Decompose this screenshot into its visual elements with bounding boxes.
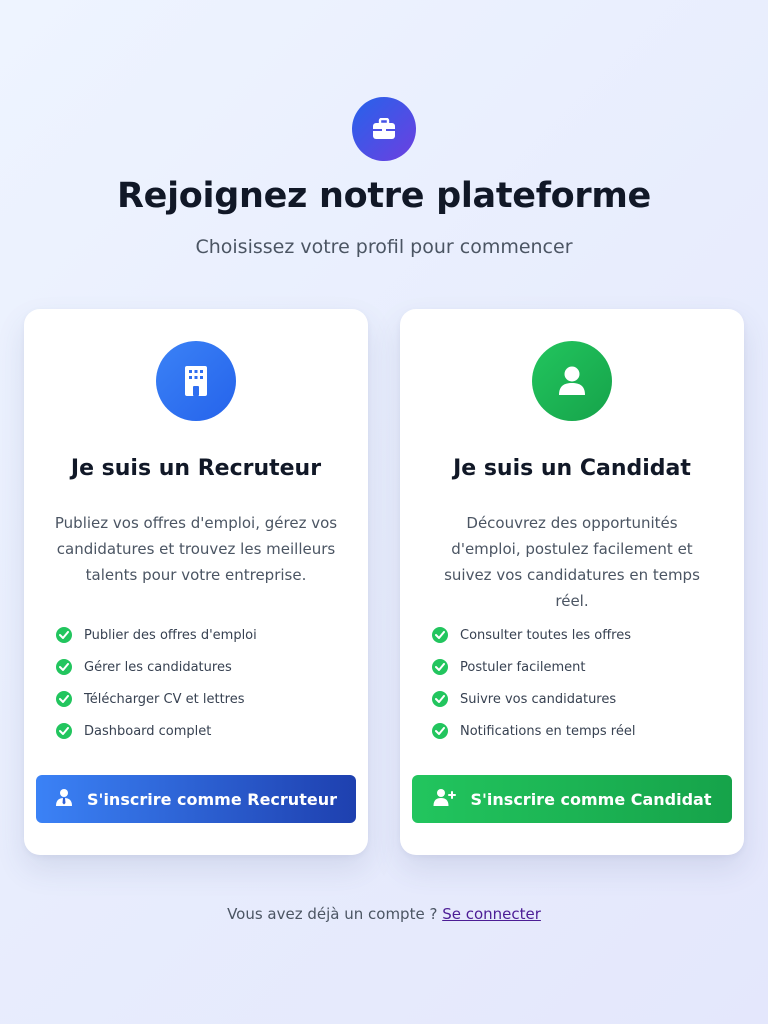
candidate-card-description: Découvrez des opportunités d'emploi, pos… [444,514,700,610]
register-candidate-label: S'inscrire comme Candidat [470,789,712,809]
candidate-card: Je suis un Candidat Découvrez des opport… [400,309,744,855]
feature-item: Consulter toutes les offres [432,619,635,651]
user-tie-icon [55,788,73,810]
check-circle-icon [432,627,448,643]
page-subtitle: Choisissez votre profil pour commencer [195,236,573,258]
user-plus-icon [433,788,457,810]
feature-label: Suivre vos candidatures [460,691,617,707]
page-title: Rejoignez notre plateforme [117,176,651,216]
check-circle-icon [432,723,448,739]
feature-item: Postuler facilement [432,651,635,683]
check-circle-icon [56,691,72,707]
check-circle-icon [432,691,448,707]
recruiter-feature-list: Publier des offres d'emploi Gérer les ca… [56,619,257,747]
briefcase-icon [352,97,416,161]
check-circle-icon [56,659,72,675]
feature-label: Consulter toutes les offres [460,627,632,643]
check-circle-icon [56,723,72,739]
feature-item: Publier des offres d'emploi [56,619,257,651]
feature-label: Notifications en temps réel [460,723,636,739]
register-recruiter-label: S'inscrire comme Recruteur [87,789,337,809]
feature-label: Télécharger CV et lettres [84,691,245,707]
login-prompt-text: Vous avez déjà un compte ? [227,905,438,923]
register-candidate-button[interactable]: S'inscrire comme Candidat [412,775,732,823]
feature-item: Notifications en temps réel [432,715,635,747]
user-icon [532,341,612,421]
recruiter-card-title: Je suis un Recruteur [70,456,322,481]
candidate-feature-list: Consulter toutes les offres Postuler fac… [432,619,635,747]
feature-item: Suivre vos candidatures [432,683,635,715]
feature-label: Gérer les candidatures [84,659,232,675]
candidate-card-title: Je suis un Candidat [453,456,691,481]
login-link[interactable]: Se connecter [442,905,541,923]
check-circle-icon [56,627,72,643]
feature-label: Publier des offres d'emploi [84,627,257,643]
feature-label: Dashboard complet [84,723,212,739]
login-prompt: Vous avez déjà un compte ? Se connecter [0,905,768,923]
check-circle-icon [432,659,448,675]
building-icon [156,341,236,421]
feature-item: Télécharger CV et lettres [56,683,257,715]
feature-item: Gérer les candidatures [56,651,257,683]
recruiter-card-description: Publiez vos offres d'emploi, gérez vos c… [54,514,338,584]
feature-item: Dashboard complet [56,715,257,747]
feature-label: Postuler facilement [460,659,586,675]
register-recruiter-button[interactable]: S'inscrire comme Recruteur [36,775,356,823]
recruiter-card: Je suis un Recruteur Publiez vos offres … [24,309,368,855]
